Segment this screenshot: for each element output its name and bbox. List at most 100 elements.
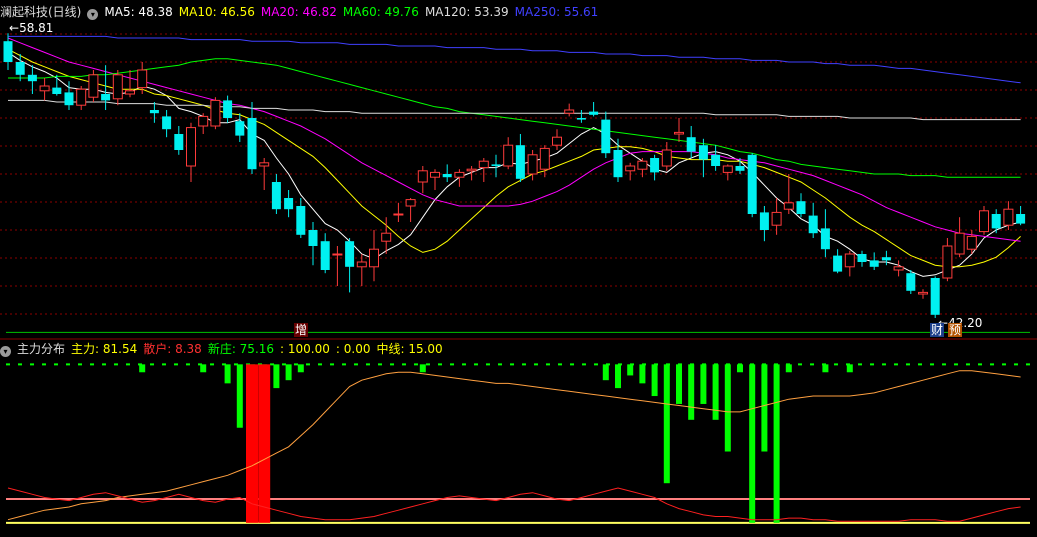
candle — [954, 217, 965, 258]
ma-line-ma20 — [7, 37, 1021, 242]
candle-body — [954, 232, 965, 255]
ma-legend-0: MA5: 48.38 — [104, 5, 173, 19]
candle-body — [808, 215, 818, 234]
indicator-green-bar — [663, 364, 670, 484]
candle — [369, 230, 379, 282]
candle — [405, 198, 416, 222]
candle — [844, 250, 855, 277]
candle-body — [162, 116, 172, 130]
ma-line-ma10 — [7, 48, 1021, 268]
candle-body — [356, 261, 367, 268]
candle-body — [869, 260, 879, 267]
indicator-legend-2: 新庄: 75.16 — [207, 342, 275, 356]
candle-body — [820, 228, 830, 250]
candle — [857, 250, 867, 267]
candle-body — [198, 115, 209, 127]
ma-legend-3: MA60: 49.76 — [342, 5, 419, 19]
candle-body — [966, 235, 977, 250]
candle-body — [186, 127, 196, 167]
candle-body — [711, 154, 721, 166]
ma-legend-5: MA250: 55.61 — [514, 5, 599, 19]
candle — [491, 154, 501, 178]
indicator-green-bar — [822, 364, 829, 373]
candle-body — [503, 144, 514, 167]
moving-average-lines — [7, 35, 1021, 277]
candle-body — [942, 245, 953, 279]
candle — [393, 202, 404, 222]
candle-body — [857, 254, 867, 262]
candle — [601, 111, 611, 158]
ma-legend-2: MA20: 46.82 — [260, 5, 337, 19]
candle-body — [369, 248, 379, 268]
main-chart-header: 澜起科技(日线) ▾ MA5: 48.38 MA10: 46.56 MA20: 46.8… — [0, 3, 610, 21]
candle — [271, 174, 281, 214]
candle — [661, 142, 672, 171]
indicator-green-bar — [200, 364, 207, 373]
candle — [979, 206, 989, 235]
ma-legend-4: MA120: 53.39 — [424, 5, 509, 19]
candle-body — [223, 100, 233, 118]
candle — [991, 209, 1001, 234]
indicator-legend-4: : 0.00 — [335, 342, 371, 356]
indicator-green-bar — [761, 364, 768, 452]
indicator-green-bar — [224, 364, 231, 384]
candle-body — [979, 210, 989, 233]
candle-body — [906, 273, 916, 291]
indicator-legend-0: 主力: 81.54 — [71, 342, 138, 356]
candle — [162, 110, 172, 138]
indicator-green-bar — [639, 364, 646, 384]
candle-body — [515, 145, 525, 179]
candle-body — [564, 109, 575, 114]
candle — [771, 198, 782, 235]
candle-body — [722, 165, 733, 173]
candle — [308, 222, 318, 266]
candle-body — [320, 241, 330, 270]
candle — [210, 97, 221, 130]
indicator-green-bar — [615, 364, 621, 389]
candle-body — [284, 198, 294, 210]
candle-body — [88, 74, 99, 98]
candle — [918, 289, 928, 299]
candle — [539, 145, 550, 178]
tag-zeng[interactable]: 增 — [294, 323, 309, 337]
candle — [88, 70, 99, 102]
candle — [613, 138, 623, 182]
candle — [247, 102, 257, 174]
candle — [686, 126, 696, 158]
candle — [320, 233, 330, 274]
candle — [808, 202, 818, 238]
chevron-down-icon[interactable]: ▾ — [87, 9, 99, 20]
indicator-green-bar — [297, 364, 304, 373]
candle — [76, 86, 87, 110]
candle-body — [112, 74, 123, 100]
candle-body — [76, 88, 87, 106]
indicator-green-bar — [602, 364, 609, 381]
chevron-down-icon[interactable]: ▾ — [0, 346, 11, 357]
candle-body — [771, 211, 782, 226]
indicator-red-bar — [258, 364, 271, 523]
candle — [417, 166, 428, 194]
indicator-green-bar — [773, 364, 780, 523]
candle-body — [27, 74, 37, 82]
candle-body — [686, 137, 696, 152]
candle-body — [759, 212, 769, 230]
candle-body — [125, 90, 135, 95]
candle — [783, 174, 794, 214]
candle-body — [442, 174, 452, 178]
candle — [52, 74, 62, 96]
candle — [198, 113, 209, 134]
candle-body — [844, 253, 855, 268]
candle-body — [833, 255, 843, 272]
candlestick-series — [3, 33, 1026, 318]
candle — [503, 137, 514, 170]
candle — [1003, 201, 1014, 230]
indicator-green-bar — [688, 364, 695, 420]
candle-body — [613, 150, 623, 178]
tag-yu[interactable]: 预 — [948, 323, 963, 337]
candle-body — [64, 92, 74, 106]
indicator-legend-5: 中线: 15.00 — [376, 342, 443, 356]
tag-cai[interactable]: 财 — [930, 323, 945, 337]
candle-body — [539, 147, 550, 170]
candle — [564, 103, 575, 117]
candle-body — [637, 160, 648, 170]
